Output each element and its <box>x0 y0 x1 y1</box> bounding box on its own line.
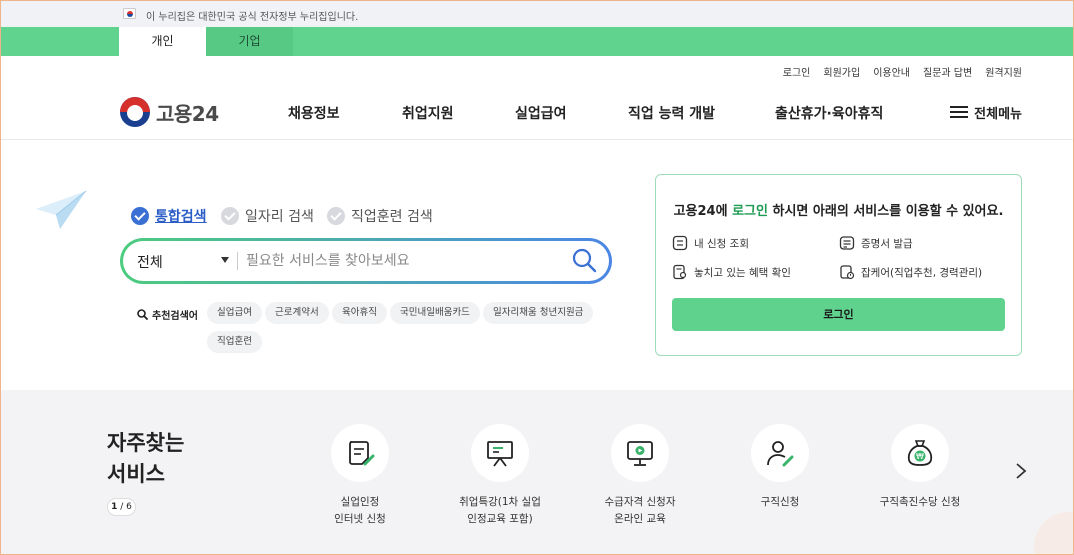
site-logo[interactable]: 고용24 <box>120 97 219 127</box>
tab-company[interactable]: 기업 <box>206 27 293 56</box>
search-icon <box>137 309 148 320</box>
header-divider <box>0 139 1074 140</box>
qna-link[interactable]: 질문과 답변 <box>923 64 972 79</box>
gov-banner: 이 누리집은 대한민국 공식 전자정부 누리집입니다. <box>0 0 1074 27</box>
keyword-chip[interactable]: 근로계약서 <box>265 302 329 324</box>
nav-item-skills-development[interactable]: 직업 능력 개발 <box>628 103 715 123</box>
nav-item-unemployment-benefits[interactable]: 실업급여 <box>515 103 567 123</box>
svg-text:₩: ₩ <box>916 452 924 461</box>
login-panel: 고용24에 로그인 하시면 아래의 서비스를 이용할 수 있어요. 내 신청 조… <box>655 174 1022 356</box>
nav-item-parental-leave[interactable]: 출산휴가·육아휴직 <box>775 103 883 123</box>
favorite-unemployment-recognition[interactable]: 실업인정 인터넷 신청 <box>290 424 430 528</box>
hamburger-icon <box>950 106 969 119</box>
video-monitor-icon <box>627 441 653 466</box>
search-category-select[interactable]: 전체 <box>137 252 229 272</box>
remote-support-link[interactable]: 원격지원 <box>985 64 1022 79</box>
recommended-keywords-label: 추천검색어 <box>137 307 198 322</box>
service-missed-benefits: 놓치고 있는 혜택 확인 <box>672 264 791 280</box>
favorite-online-education[interactable]: 수급자격 신청자 온라인 교육 <box>570 424 710 528</box>
paper-plane-icon <box>36 190 87 229</box>
keyword-chip[interactable]: 육아휴직 <box>332 302 387 324</box>
service-certificate: 증명서 발급 <box>839 235 913 251</box>
money-bag-icon: ₩ <box>907 440 933 466</box>
guide-link[interactable]: 이용안내 <box>873 64 910 79</box>
search-icon[interactable] <box>571 247 597 273</box>
korean-flag-icon <box>123 8 136 19</box>
document-search-icon <box>673 264 687 280</box>
presentation-board-icon <box>487 441 513 467</box>
favorite-employment-lecture[interactable]: 취업특강(1차 실업 인정교육 포함) <box>430 424 570 528</box>
search-type-jobs[interactable]: 일자리 검색 <box>221 206 314 226</box>
government-emblem-icon <box>120 97 150 127</box>
signup-link[interactable]: 회원가입 <box>823 64 860 79</box>
certificate-icon <box>839 236 855 250</box>
logo-text: 고용24 <box>156 101 219 126</box>
search-type-integrated[interactable]: 통합검색 <box>131 206 207 226</box>
search-divider <box>237 252 238 270</box>
gov-banner-text: 이 누리집은 대한민국 공식 전자정부 누리집입니다. <box>146 12 359 23</box>
checklist-icon <box>672 235 688 251</box>
chevron-right-icon[interactable] <box>1013 461 1029 481</box>
search-box: 전체 <box>120 238 612 284</box>
login-link[interactable]: 로그인 <box>783 64 811 79</box>
check-circle-icon <box>327 207 345 225</box>
favorite-job-application[interactable]: 구직신청 <box>710 424 850 511</box>
login-message: 고용24에 로그인 하시면 아래의 서비스를 이용할 수 있어요. <box>673 204 1004 219</box>
keyword-chip[interactable]: 국민내일배움카드 <box>390 302 480 324</box>
caret-down-icon <box>221 257 229 263</box>
clipboard-clock-icon <box>840 265 855 280</box>
check-circle-icon <box>221 207 239 225</box>
keyword-chip[interactable]: 실업급여 <box>207 302 262 324</box>
keyword-chip[interactable]: 직업훈련 <box>207 331 262 353</box>
tab-individual[interactable]: 개인 <box>119 27 206 56</box>
favorite-job-seeking-allowance[interactable]: ₩ 구직촉진수당 신청 <box>850 424 990 511</box>
favorites-title: 자주찾는 서비스 <box>107 431 185 486</box>
search-input[interactable] <box>246 247 566 275</box>
service-jobcare: 잡케어(직업추천, 경력관리) <box>839 264 982 280</box>
all-menu-label: 전체메뉴 <box>974 107 1022 122</box>
nav-item-jobs[interactable]: 채용정보 <box>288 103 340 123</box>
check-circle-icon <box>131 207 149 225</box>
keyword-chip[interactable]: 일자리채움 청년지원금 <box>483 302 594 324</box>
favorites-pager: 1 / 6 <box>107 498 136 516</box>
person-pen-icon <box>767 441 794 467</box>
service-my-applications: 내 신청 조회 <box>672 235 749 251</box>
utility-links: 로그인 회원가입 이용안내 질문과 답변 원격지원 <box>783 64 1022 79</box>
login-button[interactable]: 로그인 <box>672 298 1005 331</box>
document-pen-icon <box>349 441 375 466</box>
nav-item-employment-support[interactable]: 취업지원 <box>402 103 454 123</box>
user-type-tabs: 개인 기업 <box>0 27 1074 56</box>
search-type-training[interactable]: 직업훈련 검색 <box>327 206 433 226</box>
all-menu-button[interactable]: 전체메뉴 <box>950 103 1022 122</box>
